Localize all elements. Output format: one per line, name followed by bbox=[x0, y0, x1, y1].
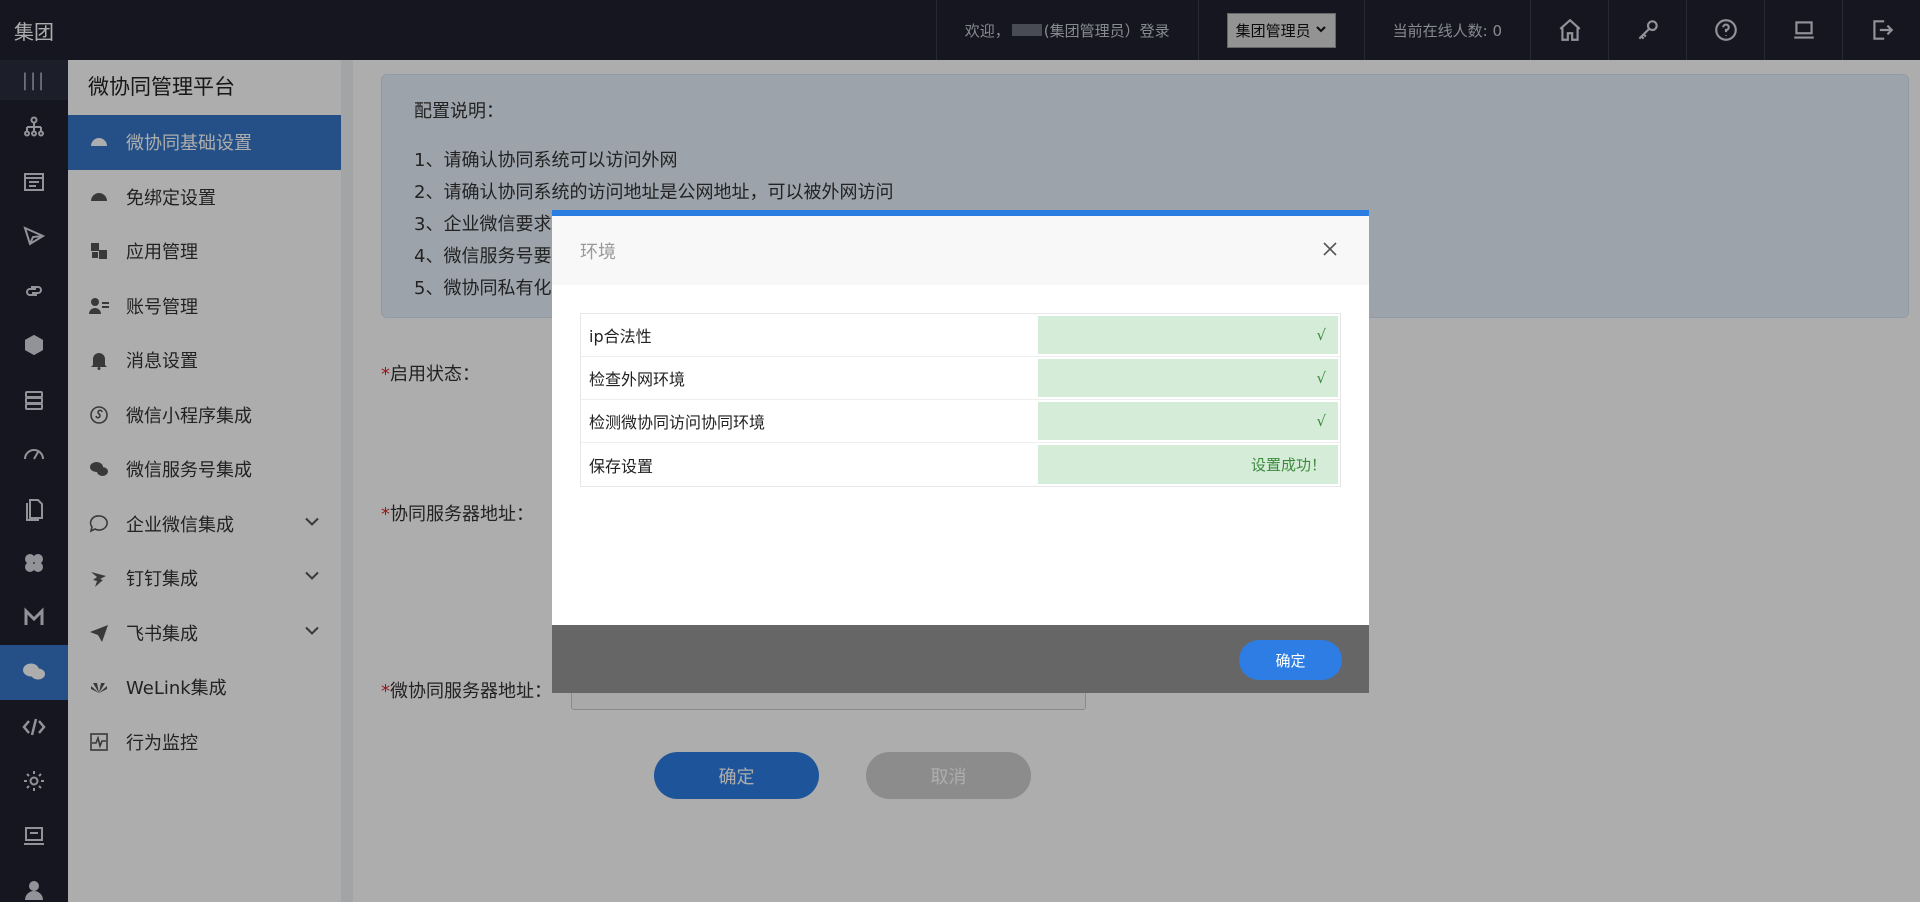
check-name: 检查外网环境 bbox=[589, 370, 686, 389]
check-status: √ bbox=[1038, 402, 1338, 440]
table-row: 检查外网环境 √ bbox=[581, 357, 1340, 400]
dialog-ok-button[interactable]: 确定 bbox=[1239, 640, 1342, 680]
check-name: ip合法性 bbox=[589, 327, 652, 346]
environment-dialog: 环境 ip合法性 √ 检查外网环境 √ 检测微协同访问协同环境 √ 保存设置 设… bbox=[552, 210, 1369, 693]
check-name: 保存设置 bbox=[589, 456, 654, 476]
check-status: 设置成功！ bbox=[1038, 445, 1338, 484]
dialog-header: 环境 bbox=[552, 216, 1369, 285]
close-icon[interactable] bbox=[1319, 238, 1341, 260]
table-row: 检测微协同访问协同环境 √ bbox=[581, 400, 1340, 443]
check-status: √ bbox=[1038, 316, 1338, 354]
check-name: 检测微协同访问协同环境 bbox=[589, 413, 766, 432]
table-row: 保存设置 设置成功！ bbox=[581, 443, 1340, 486]
table-row: ip合法性 √ bbox=[581, 314, 1340, 357]
dialog-footer: 确定 bbox=[552, 625, 1369, 693]
check-status: √ bbox=[1038, 359, 1338, 397]
dialog-title: 环境 bbox=[580, 241, 616, 263]
environment-check-table: ip合法性 √ 检查外网环境 √ 检测微协同访问协同环境 √ 保存设置 设置成功… bbox=[580, 313, 1341, 487]
